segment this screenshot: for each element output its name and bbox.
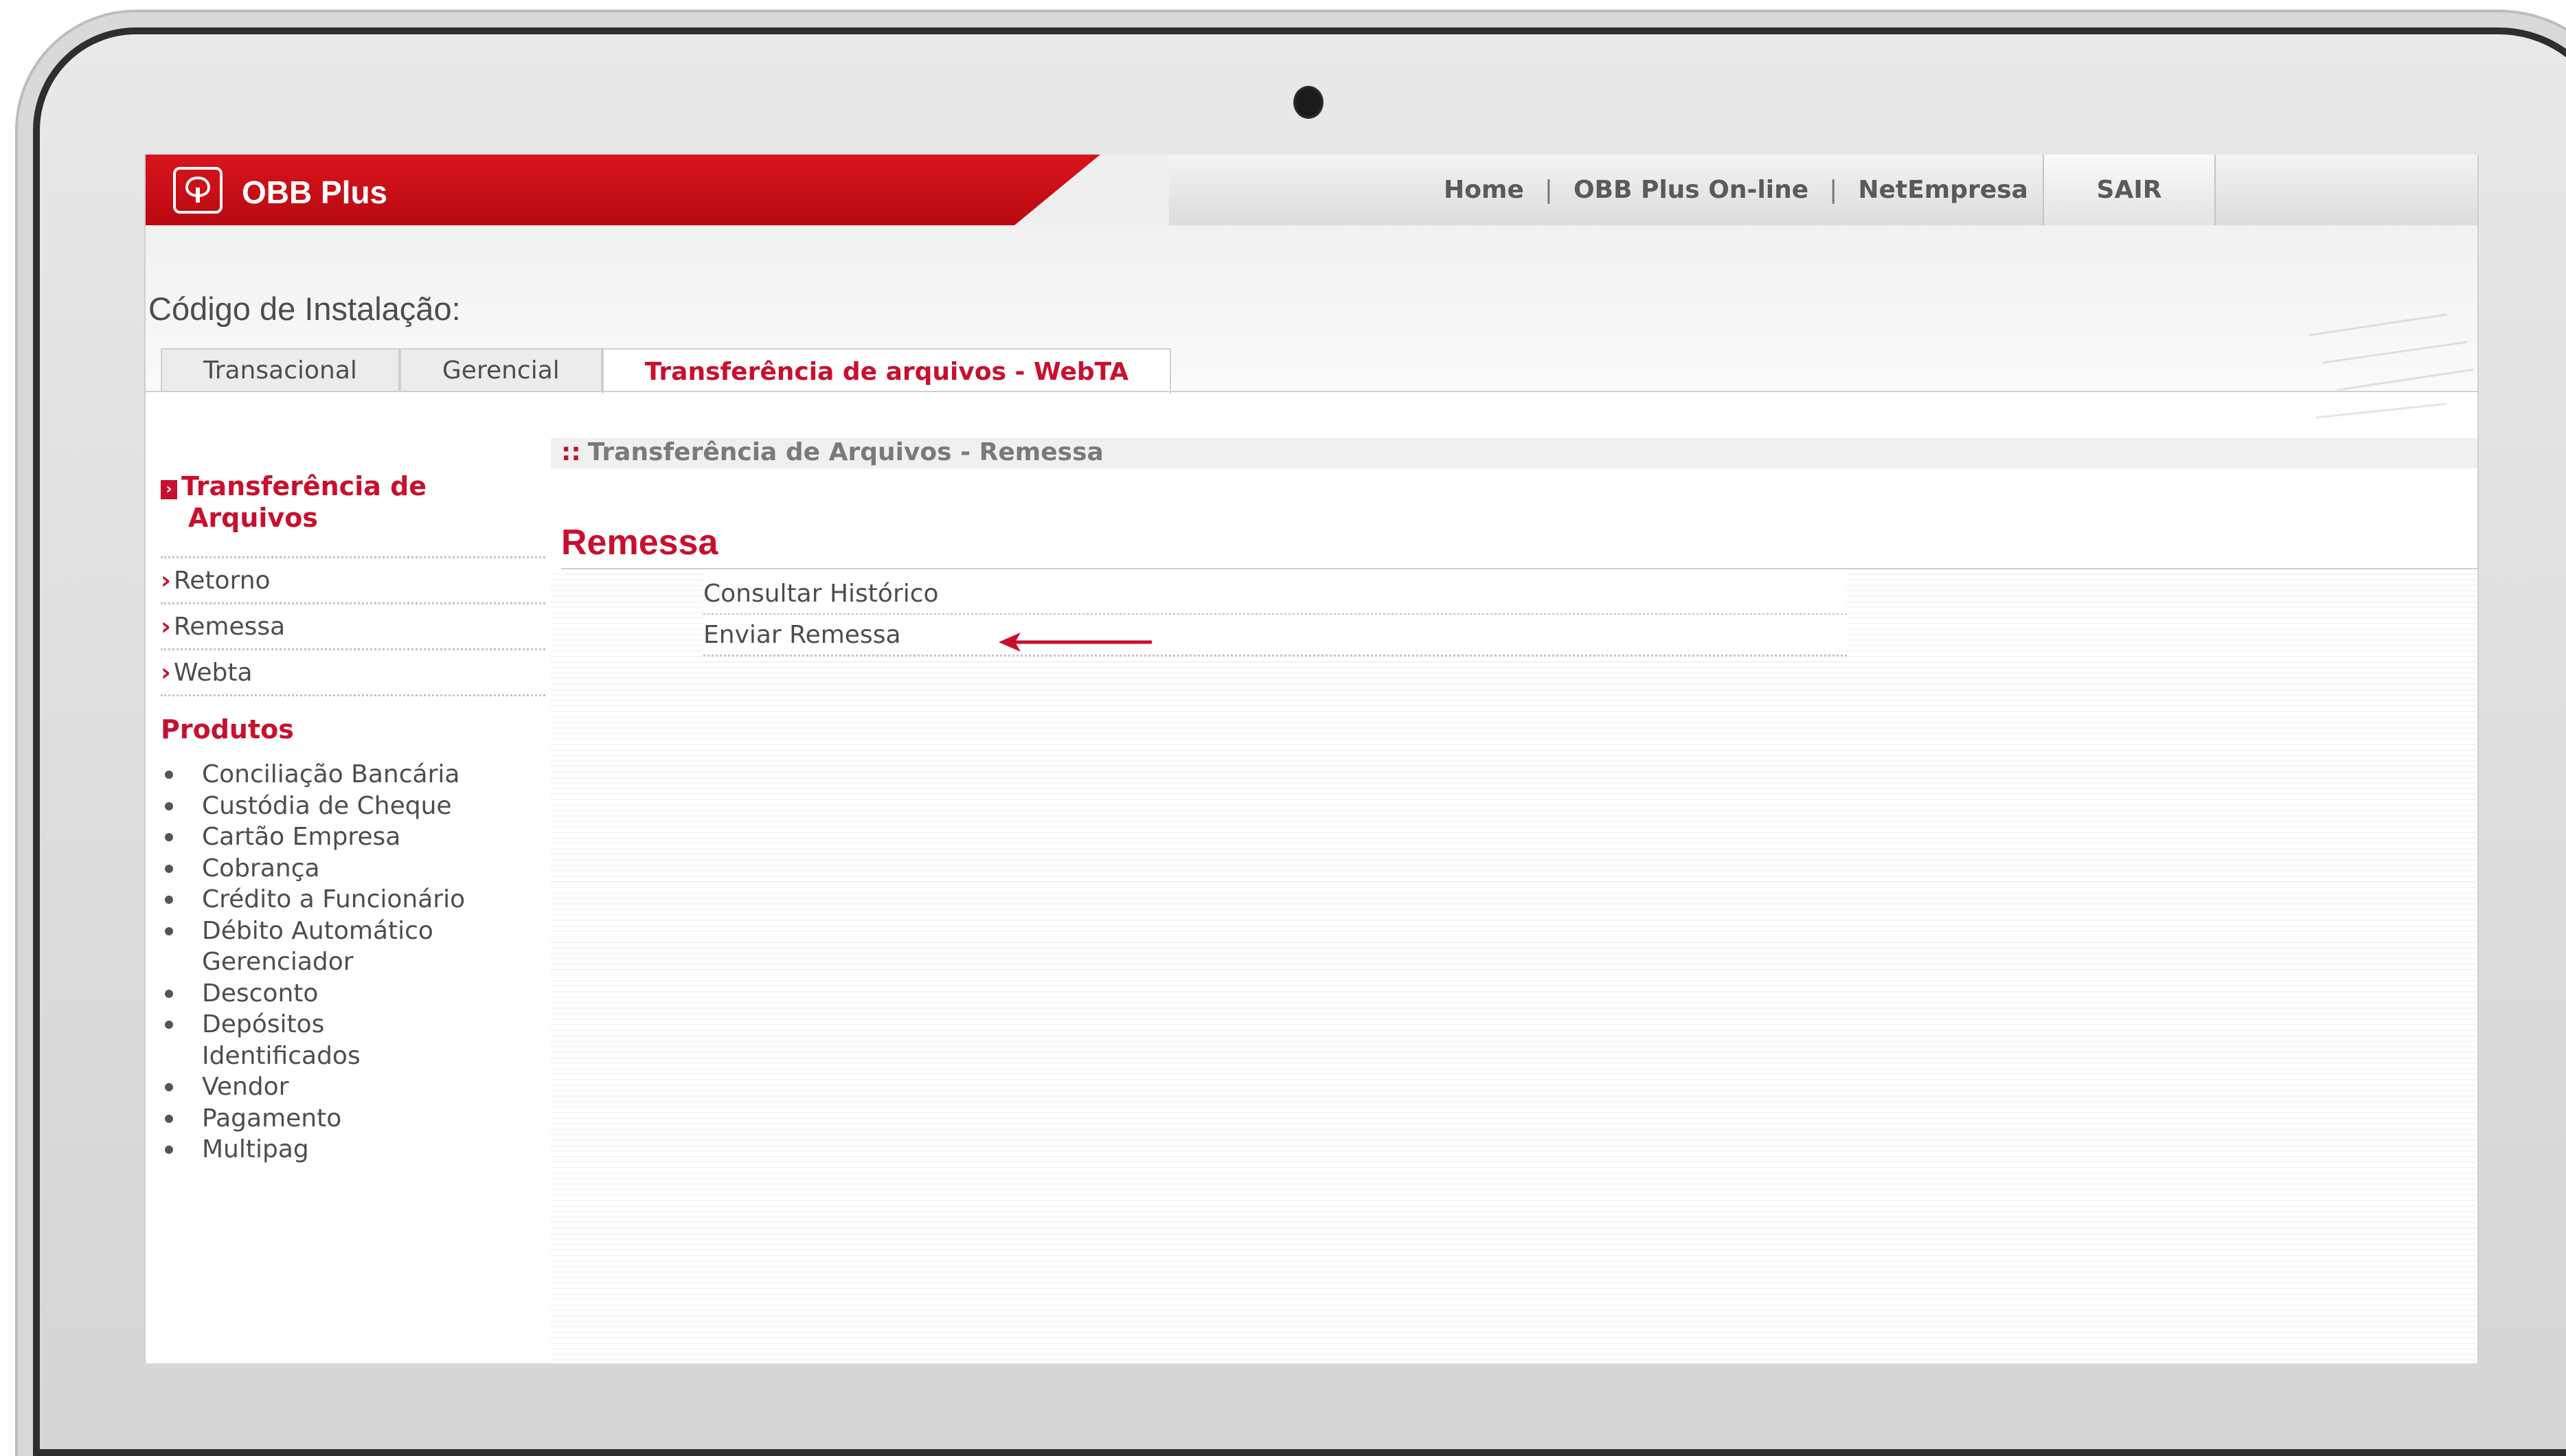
product-link-cartao[interactable]: Cartão Empresa — [161, 821, 573, 853]
logout-button[interactable]: SAIR — [2043, 155, 2216, 225]
nav-home-link[interactable]: Home — [1444, 176, 1524, 204]
page-title: Remessa — [561, 523, 718, 562]
product-link-depositos-line2[interactable]: Identificados — [161, 1040, 573, 1072]
nav-separator: | — [1544, 176, 1553, 204]
breadcrumb-text: Transferência de Arquivos - Remessa — [587, 438, 1104, 466]
product-link-cobranca[interactable]: Cobrança — [161, 853, 573, 885]
product-link-pagamento[interactable]: Pagamento — [161, 1103, 573, 1135]
sidebar-item-label: Remessa — [173, 612, 286, 641]
tab-divider — [146, 391, 2477, 392]
product-link-debito-line2[interactable]: Gerenciador — [161, 946, 573, 978]
sidebar-item-webta[interactable]: › Webta — [161, 648, 545, 696]
sidebar-item-label: Webta — [173, 658, 253, 687]
top-header: OBB Plus Home | OBB Plus On-line | NetEm… — [146, 155, 2477, 230]
sidebar-title-line2: Arquivos — [188, 503, 318, 533]
sidebar-title-line1: Transferência de — [181, 471, 427, 501]
sidebar-item-label: Retorno — [173, 566, 271, 595]
pointer-arrow-icon — [999, 633, 1152, 652]
breadcrumb-marker-icon: :: — [561, 438, 581, 466]
nav-separator: | — [1829, 176, 1838, 204]
products-heading: Produtos — [161, 714, 294, 744]
tab-webta[interactable]: Transferência de arquivos - WebTA — [602, 348, 1172, 394]
product-link-multipag[interactable]: Multipag — [161, 1134, 573, 1165]
product-link-custodia[interactable]: Custódia de Cheque — [161, 790, 573, 822]
product-link-vendor[interactable]: Vendor — [161, 1071, 573, 1103]
product-link-debito[interactable]: Débito Automático — [161, 915, 573, 947]
content-area — [551, 569, 2477, 1363]
sidebar-item-remessa[interactable]: › Remessa — [161, 602, 545, 648]
section-marker-icon: › — [161, 480, 177, 499]
chevron-right-icon: › — [161, 566, 171, 595]
tab-gerencial[interactable]: Gerencial — [399, 348, 602, 391]
product-link-conciliacao[interactable]: Conciliação Bancária — [161, 759, 573, 790]
sidebar-title[interactable]: › Transferência de Arquivos — [161, 470, 532, 534]
chevron-right-icon: › — [161, 658, 171, 687]
tab-bar: Transacional Gerencial Transferência de … — [161, 348, 1172, 394]
product-link-depositos[interactable]: Depósitos — [161, 1009, 573, 1040]
breadcrumb: :: Transferência de Arquivos - Remessa — [561, 438, 1104, 466]
sidebar-item-retorno[interactable]: › Retorno — [161, 556, 545, 602]
chevron-right-icon: › — [161, 612, 171, 641]
consultar-historico-link[interactable]: Consultar Histórico — [703, 573, 1847, 615]
logo-glyph-icon — [185, 176, 211, 203]
nav-netempresa-link[interactable]: NetEmpresa — [1858, 176, 2028, 204]
browser-screen: OBB Plus Home | OBB Plus On-line | NetEm… — [144, 155, 2479, 1363]
background-pattern-icon — [2309, 313, 2474, 419]
product-link-credito[interactable]: Crédito a Funcionário — [161, 884, 573, 915]
tab-transacional[interactable]: Transacional — [161, 348, 400, 391]
sidebar-menu: › Retorno › Remessa › Webta — [161, 556, 545, 696]
brand-name: OBB Plus — [242, 174, 388, 210]
enviar-remessa-link[interactable]: Enviar Remessa — [703, 615, 1847, 657]
product-link-desconto[interactable]: Desconto — [161, 978, 573, 1010]
products-list: Conciliação Bancária Custódia de Cheque … — [161, 759, 573, 1165]
bank-logo-icon — [173, 167, 223, 214]
installation-code-label: Código de Instalação: — [148, 291, 461, 327]
webcam-icon — [1293, 86, 1324, 119]
nav-obb-online-link[interactable]: OBB Plus On-line — [1574, 176, 1808, 204]
title-divider — [561, 568, 2477, 569]
top-nav: Home | OBB Plus On-line | NetEmpresa — [1444, 155, 2028, 225]
